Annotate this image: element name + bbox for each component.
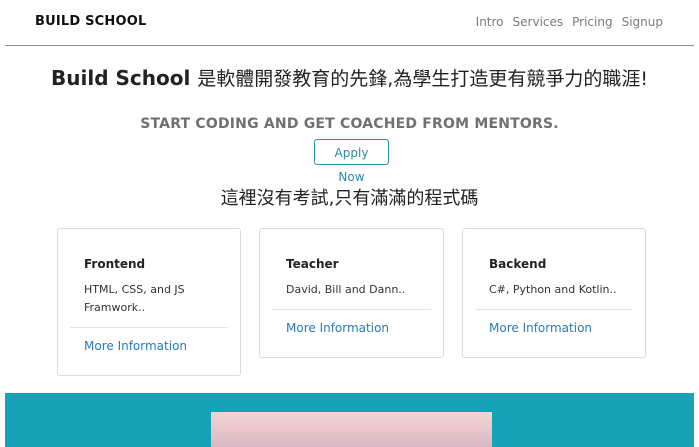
top-navbar: BUILD SCHOOL Intro Services Pricing Sign… (5, 0, 694, 46)
card-divider (475, 309, 633, 310)
card-more-info-link[interactable]: More Information (84, 339, 187, 353)
card-more-info-link[interactable]: More Information (286, 321, 389, 335)
card-text: HTML, CSS, and JS Framwork.. (84, 283, 185, 314)
card-title: Backend (489, 257, 547, 271)
hero-title: Build School 是軟體開發教育的先鋒,為學生打造更有競爭力的職涯! (0, 64, 699, 91)
motto-heading: 這裡沒有考試,只有滿滿的程式碼 (220, 188, 479, 209)
card-divider (272, 309, 431, 310)
card-text: C#, Python and Kotlin.. (489, 283, 617, 296)
hero-title-tagline: 是軟體開發教育的先鋒,為學生打造更有競爭力的職涯! (197, 68, 648, 90)
sky-photo (211, 412, 492, 447)
nav-link-intro[interactable]: Intro (476, 15, 504, 29)
nav-link-signup[interactable]: Signup (622, 15, 663, 29)
card-more-info-link[interactable]: More Information (489, 321, 592, 335)
hero-title-brand: Build School (51, 66, 191, 90)
card-text: David, Bill and Dann.. (286, 283, 406, 296)
card-title: Frontend (84, 257, 146, 271)
nav-links: Intro Services Pricing Signup (476, 15, 663, 29)
card-frontend: Frontend HTML, CSS, and JS Framwork.. Mo… (57, 228, 241, 376)
card-backend: Backend C#, Python and Kotlin.. More Inf… (462, 228, 646, 358)
card-divider (70, 327, 228, 328)
card-teacher: Teacher David, Bill and Dann.. More Info… (259, 228, 444, 358)
apply-now-button[interactable]: Apply Now (314, 139, 389, 184)
nav-link-services[interactable]: Services (513, 15, 564, 29)
hero-subtitle: START CODING AND GET COACHED FROM MENTOR… (140, 116, 559, 132)
brand-logo[interactable]: BUILD SCHOOL (35, 14, 146, 29)
nav-link-pricing[interactable]: Pricing (572, 15, 612, 29)
card-title: Teacher (286, 257, 339, 271)
